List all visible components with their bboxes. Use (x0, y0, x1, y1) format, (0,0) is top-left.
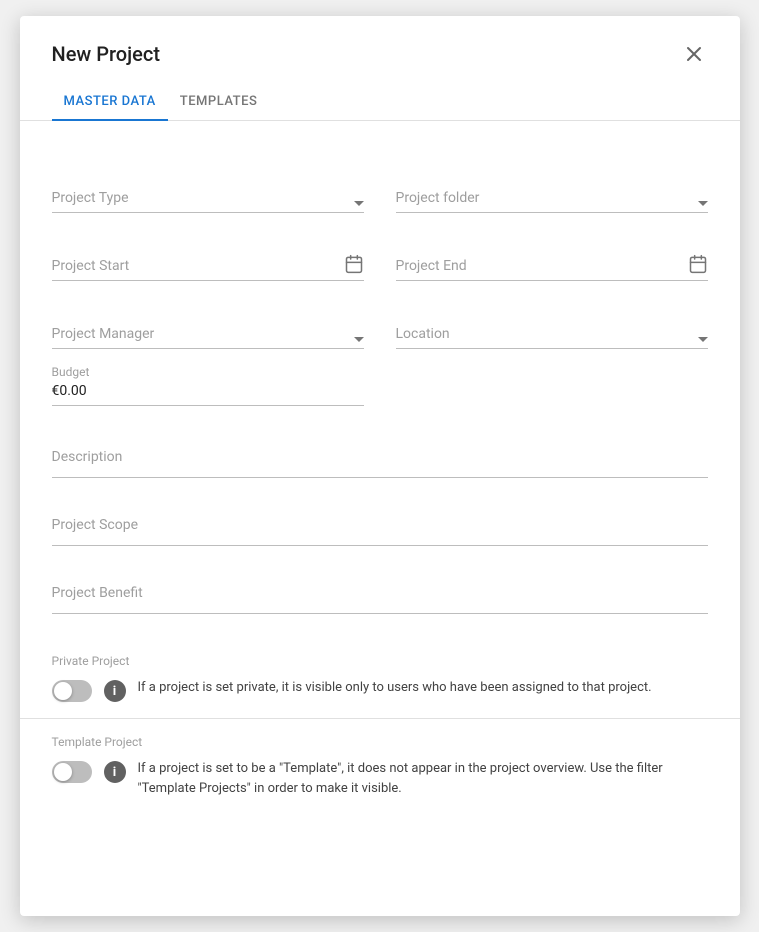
private-project-thumb (54, 682, 72, 700)
description-placeholder: Description (52, 449, 123, 465)
description-field[interactable]: Description (52, 426, 708, 478)
template-project-thumb (54, 763, 72, 781)
template-project-label: Template Project (52, 735, 708, 749)
project-manager-placeholder: Project Manager (52, 326, 354, 342)
project-benefit-placeholder: Project Benefit (52, 585, 143, 601)
new-project-dialog: New Project MASTER DATA TEMPLATES Projec… (20, 16, 740, 916)
project-type-placeholder: Project Type (52, 190, 354, 206)
tab-master-data[interactable]: MASTER DATA (52, 84, 168, 121)
row-project-dates: Project Start Project End (52, 229, 708, 281)
private-project-label: Private Project (52, 654, 708, 668)
project-type-dropdown-icon (354, 201, 364, 206)
project-start-calendar-icon (344, 254, 364, 274)
project-type-field[interactable]: Project Type (52, 161, 364, 213)
project-start-placeholder: Project Start (52, 258, 344, 274)
private-project-toggle[interactable] (52, 680, 92, 702)
project-end-field[interactable]: Project End (396, 229, 708, 281)
budget-label: Budget (52, 365, 364, 379)
template-project-track (52, 761, 92, 783)
tabs-container: MASTER DATA TEMPLATES (20, 84, 740, 121)
dialog-title: New Project (52, 42, 160, 66)
project-folder-dropdown-icon (698, 201, 708, 206)
form-content: Project Type Project folder Pr (20, 121, 740, 614)
private-project-track (52, 680, 92, 702)
project-scope-field[interactable]: Project Scope (52, 494, 708, 546)
row-project-scope: Project Scope (52, 494, 708, 546)
tab-templates[interactable]: TEMPLATES (168, 84, 270, 121)
dialog-header: New Project (20, 16, 740, 68)
template-project-toggle-row: i If a project is set to be a "Template"… (52, 759, 708, 798)
row-manager-location: Project Manager Location (52, 297, 708, 349)
template-project-description: If a project is set to be a "Template", … (138, 759, 708, 798)
close-button[interactable] (680, 40, 708, 68)
project-folder-placeholder: Project folder (396, 190, 698, 206)
project-end-calendar-icon (688, 254, 708, 274)
project-folder-field[interactable]: Project folder (396, 161, 708, 213)
private-project-toggle-row: i If a project is set private, it is vis… (52, 678, 708, 702)
template-project-section: Template Project i If a project is set t… (20, 719, 740, 814)
private-project-section: Private Project i If a project is set pr… (20, 638, 740, 718)
private-project-description: If a project is set private, it is visib… (138, 678, 652, 698)
project-manager-field[interactable]: Project Manager (52, 297, 364, 349)
row-project-type-folder: Project Type Project folder (52, 161, 708, 213)
location-dropdown-icon (698, 337, 708, 342)
template-project-info-icon[interactable]: i (104, 761, 126, 783)
project-start-field[interactable]: Project Start (52, 229, 364, 281)
row-description: Description (52, 426, 708, 478)
budget-section: Budget €0.00 (52, 365, 364, 406)
budget-value[interactable]: €0.00 (52, 383, 364, 406)
project-end-placeholder: Project End (396, 258, 688, 274)
private-project-info-icon[interactable]: i (104, 680, 126, 702)
project-manager-dropdown-icon (354, 337, 364, 342)
location-field[interactable]: Location (396, 297, 708, 349)
template-project-toggle[interactable] (52, 761, 92, 783)
row-project-benefit: Project Benefit (52, 562, 708, 614)
project-scope-placeholder: Project Scope (52, 517, 139, 533)
project-benefit-field[interactable]: Project Benefit (52, 562, 708, 614)
location-placeholder: Location (396, 326, 698, 342)
